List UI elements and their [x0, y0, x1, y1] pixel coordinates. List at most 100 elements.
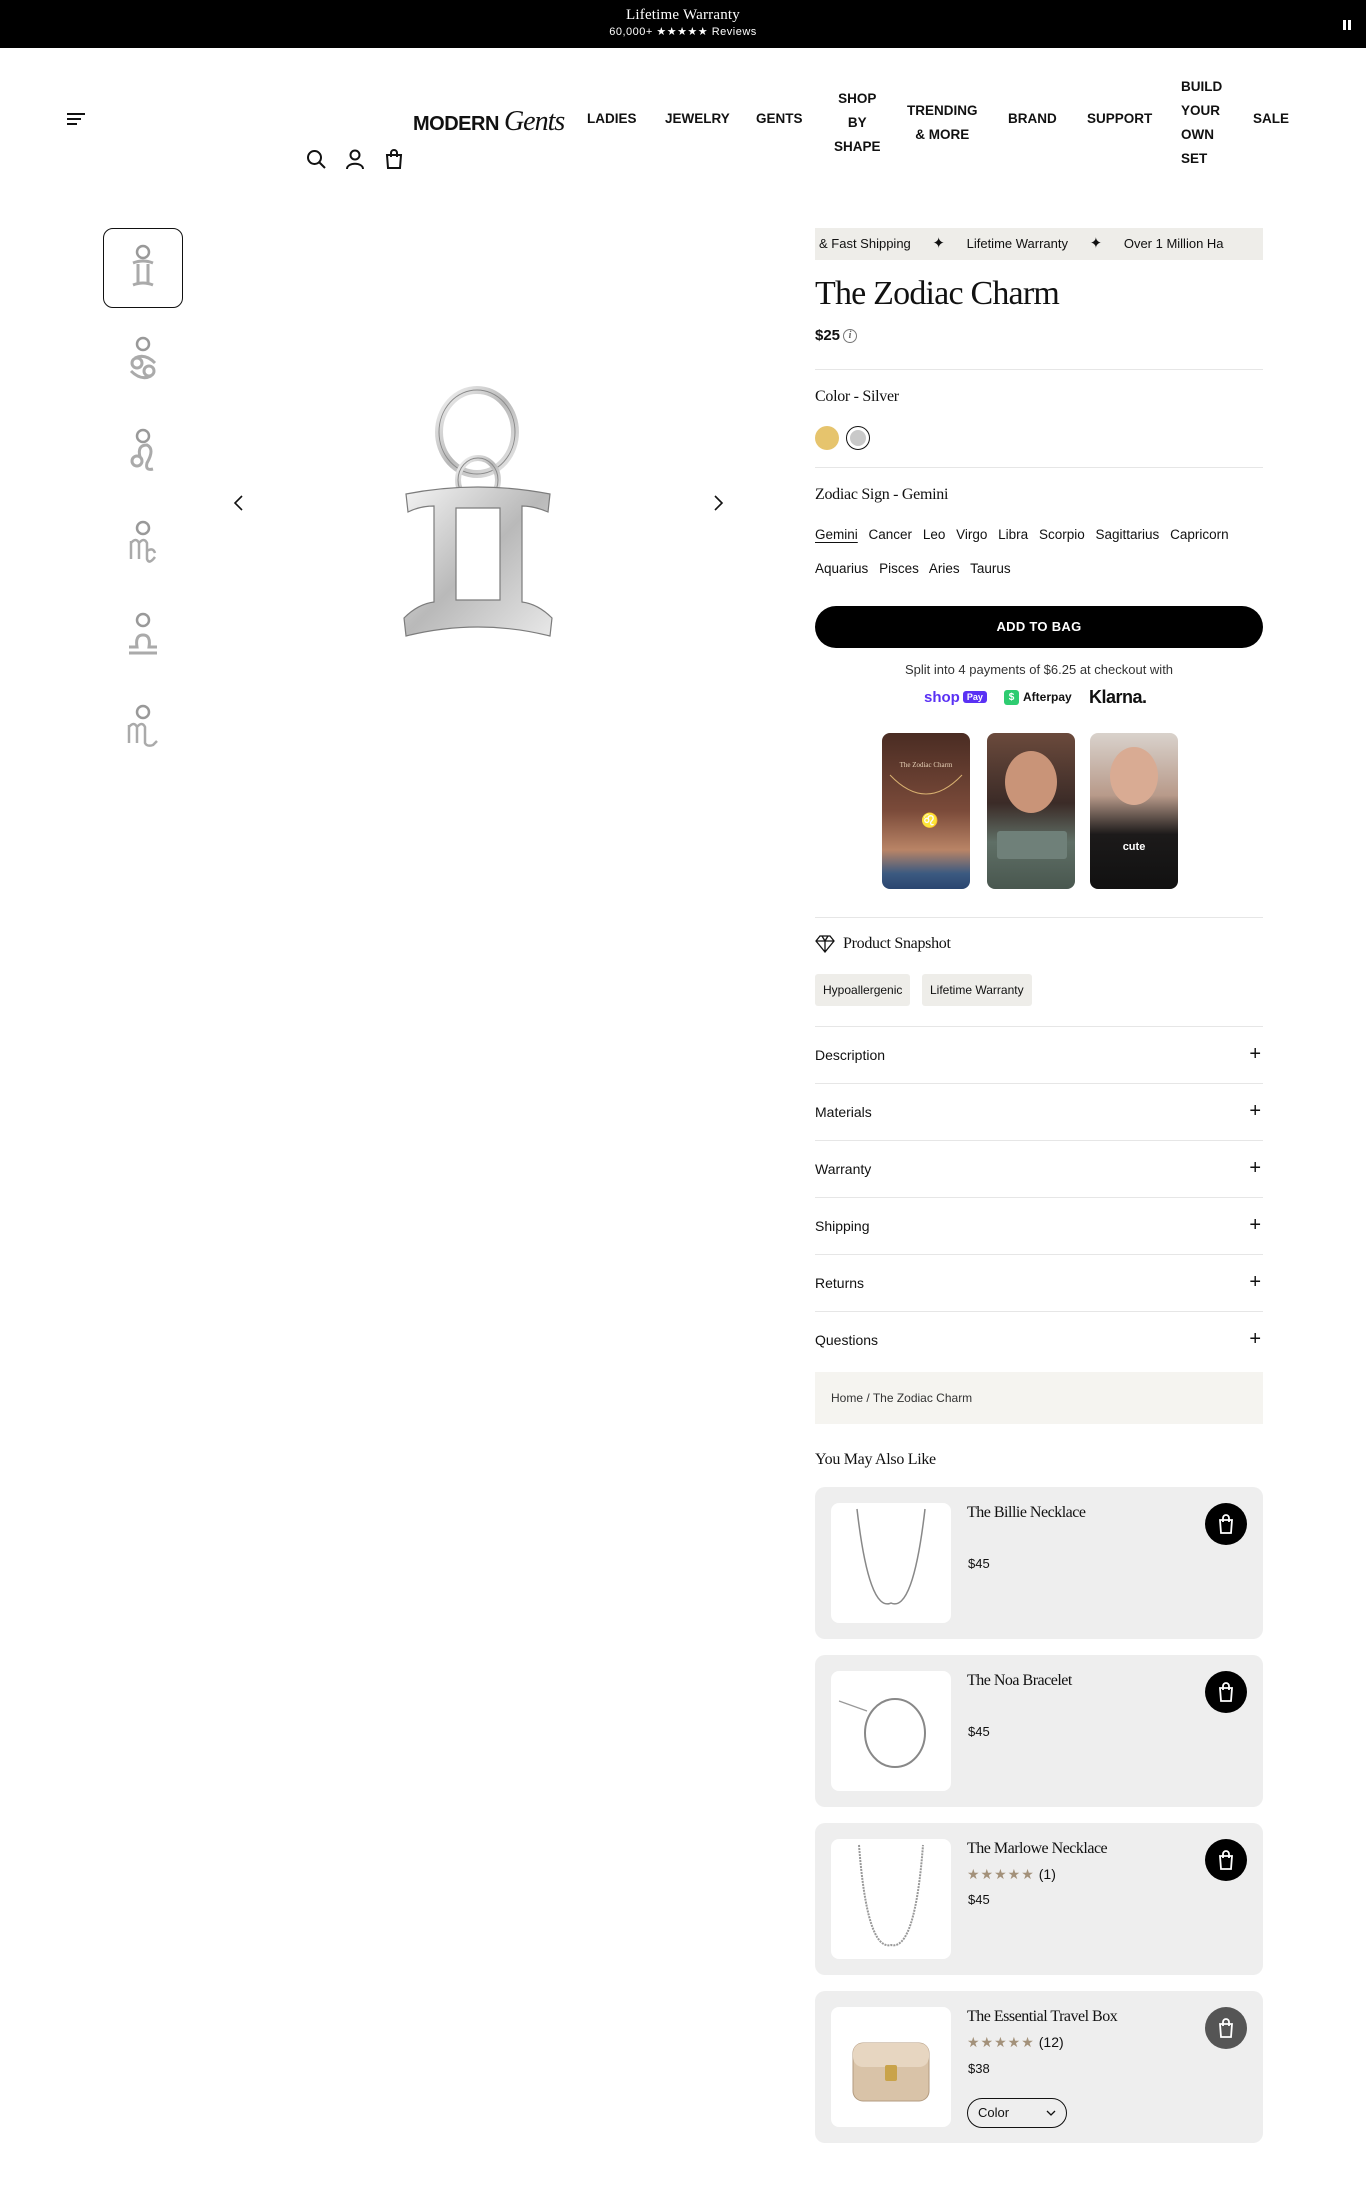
logo[interactable]: MODERN Gents	[413, 106, 565, 138]
nav-build-your-own-set[interactable]: BUILD YOUR OWN SET	[1181, 75, 1222, 171]
color-select[interactable]: Color	[967, 2098, 1067, 2128]
video-thumbnail-1[interactable]: The Zodiac Charm ♌	[882, 733, 970, 889]
sign-option-virgo[interactable]: Virgo	[956, 527, 987, 542]
color-swatch-silver[interactable]	[846, 426, 870, 450]
pause-icon[interactable]	[1342, 17, 1354, 30]
thumbnail-5[interactable]	[103, 596, 183, 676]
nav-shop-by-shape[interactable]: SHOP BY SHAPE	[834, 87, 881, 159]
product-thumbnail[interactable]	[831, 1503, 951, 1623]
nav-jewelry[interactable]: JEWELRY	[665, 111, 730, 126]
sign-option-capricorn[interactable]: Capricorn	[1170, 527, 1229, 542]
accordion-label: Questions	[815, 1332, 879, 1348]
plus-icon: +	[1249, 1214, 1261, 1236]
person-graphic	[1005, 751, 1057, 813]
menu-icon[interactable]	[67, 113, 85, 127]
ticker-item: & Fast Shipping	[819, 236, 911, 251]
accordion-description[interactable]: Description +	[815, 1027, 1263, 1084]
accordion-materials[interactable]: Materials +	[815, 1084, 1263, 1141]
sign-option-aries[interactable]: Aries	[929, 561, 960, 576]
bag-icon	[1219, 1514, 1233, 1534]
product-thumbnail[interactable]	[831, 2007, 951, 2127]
accordion-label: Description	[815, 1047, 886, 1063]
thumbnail-4[interactable]	[103, 504, 183, 584]
chip-lifetime-warranty: Lifetime Warranty	[922, 974, 1032, 1006]
sign-option-cancer[interactable]: Cancer	[869, 527, 913, 542]
sign-option-aquarius[interactable]: Aquarius	[815, 561, 868, 576]
sparkle-icon: ✦	[1089, 235, 1103, 252]
divider	[815, 467, 1263, 468]
product-name[interactable]: The Noa Bracelet	[967, 1672, 1072, 1690]
video-thumbnail-2[interactable]	[987, 733, 1075, 889]
bag-icon[interactable]	[383, 148, 405, 170]
divider	[815, 369, 1263, 370]
color-swatch-gold[interactable]	[815, 426, 839, 450]
next-image-arrow-icon[interactable]	[708, 493, 728, 513]
libra-charm-thumb	[129, 612, 157, 655]
accordion-warranty[interactable]: Warranty +	[815, 1141, 1263, 1198]
announcement-bar: Lifetime Warranty 60,000+ ★★★★★ Reviews	[0, 0, 1366, 48]
nav-support[interactable]: SUPPORT	[1087, 111, 1152, 126]
bag-icon	[1219, 1850, 1233, 1870]
accordion-label: Materials	[815, 1104, 872, 1120]
nav-gents[interactable]: GENTS	[756, 111, 803, 126]
cancer-charm-thumb	[129, 336, 157, 380]
svg-text:♌: ♌	[921, 812, 938, 829]
thumbnail-3[interactable]	[103, 412, 183, 492]
nav-ladies[interactable]: LADIES	[587, 111, 637, 126]
nav-sale[interactable]: SALE	[1253, 111, 1289, 126]
sign-option-scorpio[interactable]: Scorpio	[1039, 527, 1085, 542]
product-name[interactable]: The Billie Necklace	[967, 1504, 1086, 1522]
snapshot-title: Product Snapshot	[843, 935, 951, 952]
accordion-shipping[interactable]: Shipping +	[815, 1198, 1263, 1255]
rating-stars: ★★★★★ (12)	[967, 2034, 1064, 2051]
main-product-image	[403, 386, 553, 637]
breadcrumb-home[interactable]: Home	[831, 1391, 863, 1405]
product-name[interactable]: The Essential Travel Box	[967, 2008, 1118, 2026]
thumbnail-6[interactable]	[103, 688, 183, 768]
video-thumbnail-3[interactable]: cute	[1090, 733, 1178, 889]
product-snapshot-heading: Product Snapshot	[815, 935, 951, 953]
quick-add-button[interactable]	[1205, 2007, 1247, 2049]
accordion-questions[interactable]: Questions +	[815, 1312, 1263, 1369]
header-icons	[305, 148, 405, 170]
gemini-charm-thumb	[132, 244, 154, 287]
prev-image-arrow-icon[interactable]	[229, 493, 249, 513]
info-icon[interactable]: i	[843, 328, 858, 343]
quick-add-button[interactable]	[1205, 1503, 1247, 1545]
product-thumbnail[interactable]	[831, 1671, 951, 1791]
logo-script: Gents	[503, 106, 565, 137]
nav-line: BY	[847, 115, 867, 130]
thumbnail-1[interactable]	[103, 228, 183, 308]
sign-option-taurus[interactable]: Taurus	[970, 561, 1011, 576]
product-name[interactable]: The Marlowe Necklace	[967, 1840, 1108, 1858]
nav-trending[interactable]: TRENDING & MORE	[907, 99, 978, 147]
person-graphic	[1110, 747, 1158, 805]
sign-option-pisces[interactable]: Pisces	[879, 561, 919, 576]
product-price: $45	[968, 1892, 990, 1907]
leo-charm-thumb	[130, 428, 154, 471]
quick-add-button[interactable]	[1205, 1839, 1247, 1881]
product-price: $45	[968, 1724, 990, 1739]
add-to-bag-button[interactable]: ADD TO BAG	[815, 606, 1263, 648]
star-icons: ★★★★★	[967, 2034, 1035, 2050]
thumbnail-2[interactable]	[103, 320, 183, 400]
sign-option-leo[interactable]: Leo	[923, 527, 946, 542]
necklace-image	[858, 1844, 924, 1947]
ticker-item: Over 1 Million Ha	[1123, 236, 1224, 251]
shop-pay-word: shop	[924, 688, 960, 706]
accordion-returns[interactable]: Returns +	[815, 1255, 1263, 1312]
sign-option-gemini[interactable]: Gemini	[815, 527, 858, 542]
necklace-graphic: ♌	[889, 774, 963, 829]
you-may-also-like-heading: You May Also Like	[815, 1451, 936, 1468]
nav-brand[interactable]: BRAND	[1008, 111, 1057, 126]
divider	[815, 917, 1263, 918]
zodiac-sign-label: Zodiac Sign - Gemini	[815, 486, 949, 503]
quick-add-button[interactable]	[1205, 1671, 1247, 1713]
plus-icon: +	[1249, 1157, 1261, 1179]
search-icon[interactable]	[305, 148, 327, 170]
product-thumbnail[interactable]	[831, 1839, 951, 1959]
sign-option-sagittarius[interactable]: Sagittarius	[1096, 527, 1160, 542]
plus-icon: +	[1249, 1271, 1261, 1293]
sign-option-libra[interactable]: Libra	[998, 527, 1028, 542]
account-icon[interactable]	[344, 148, 366, 170]
